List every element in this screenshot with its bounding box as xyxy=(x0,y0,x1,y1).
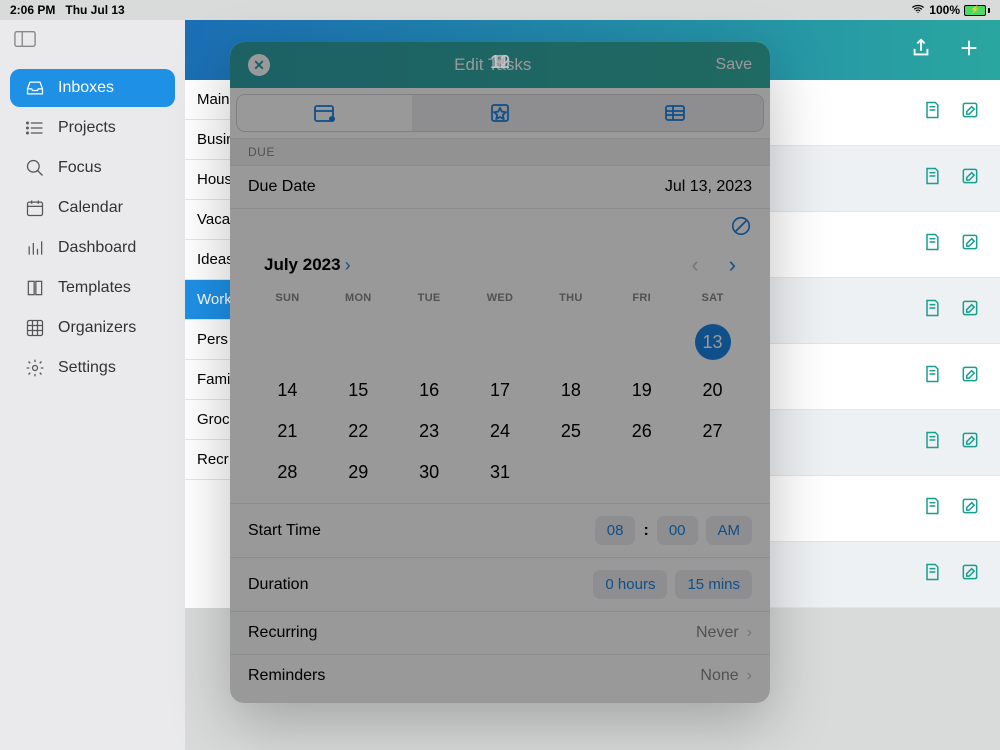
note-icon[interactable] xyxy=(922,496,942,521)
edit-icon[interactable] xyxy=(960,496,980,521)
note-icon[interactable] xyxy=(922,100,942,125)
sidebar-item-inboxes[interactable]: Inboxes xyxy=(10,69,175,107)
templates-icon xyxy=(24,278,46,298)
gear-icon xyxy=(24,358,46,378)
status-date: Thu Jul 13 xyxy=(65,3,124,17)
calendar: July 2023 › ‹ › SUNMONTUEWEDTHUFRISAT123… xyxy=(230,242,770,503)
edit-icon[interactable] xyxy=(960,364,980,389)
sidebar-item-organizers[interactable]: Organizers xyxy=(10,309,175,347)
inbox-icon xyxy=(24,78,46,98)
sidebar-item-projects[interactable]: Projects xyxy=(10,109,175,147)
edit-icon[interactable] xyxy=(960,298,980,323)
note-icon[interactable] xyxy=(922,562,942,587)
magnify-icon xyxy=(24,158,46,178)
battery-percent: 100% xyxy=(929,3,960,17)
sidebar-item-settings[interactable]: Settings xyxy=(10,349,175,387)
sidebar-item-label: Projects xyxy=(58,119,116,137)
edit-icon[interactable] xyxy=(960,166,980,191)
sidebar-item-label: Calendar xyxy=(58,199,123,217)
edit-task-modal: ✕ Edit Tasks Save + DUE Due Date Jul 13,… xyxy=(230,42,770,703)
share-icon[interactable] xyxy=(910,37,932,64)
battery-icon: ⚡ xyxy=(964,5,990,16)
note-icon[interactable] xyxy=(922,166,942,191)
edit-icon[interactable] xyxy=(960,562,980,587)
sidebar-toggle-icon[interactable] xyxy=(0,30,185,67)
edit-icon[interactable] xyxy=(960,232,980,257)
status-bar: 2:06 PM Thu Jul 13 100% ⚡ xyxy=(0,0,1000,20)
add-icon[interactable] xyxy=(958,37,980,64)
sidebar-item-focus[interactable]: Focus xyxy=(10,149,175,187)
barchart-icon xyxy=(24,238,46,258)
sidebar-item-label: Dashboard xyxy=(58,239,136,257)
grid-icon xyxy=(24,318,46,338)
wifi-icon xyxy=(911,2,925,19)
note-icon[interactable] xyxy=(922,232,942,257)
sidebar-item-label: Focus xyxy=(58,159,102,177)
sidebar-item-dashboard[interactable]: Dashboard xyxy=(10,229,175,267)
sidebar: Inboxes Projects Focus Calendar Dashboar… xyxy=(0,20,185,750)
sidebar-item-label: Inboxes xyxy=(58,79,114,97)
note-icon[interactable] xyxy=(922,364,942,389)
sidebar-item-label: Templates xyxy=(58,279,131,297)
note-icon[interactable] xyxy=(922,298,942,323)
sidebar-item-label: Settings xyxy=(58,359,116,377)
sidebar-item-templates[interactable]: Templates xyxy=(10,269,175,307)
calendar-day[interactable]: 12 xyxy=(230,42,770,703)
note-icon[interactable] xyxy=(922,430,942,455)
edit-icon[interactable] xyxy=(960,100,980,125)
sidebar-item-label: Organizers xyxy=(58,319,136,337)
list-icon xyxy=(24,118,46,138)
calendar-icon xyxy=(24,198,46,218)
sidebar-item-calendar[interactable]: Calendar xyxy=(10,189,175,227)
edit-icon[interactable] xyxy=(960,430,980,455)
status-time: 2:06 PM xyxy=(10,3,55,17)
